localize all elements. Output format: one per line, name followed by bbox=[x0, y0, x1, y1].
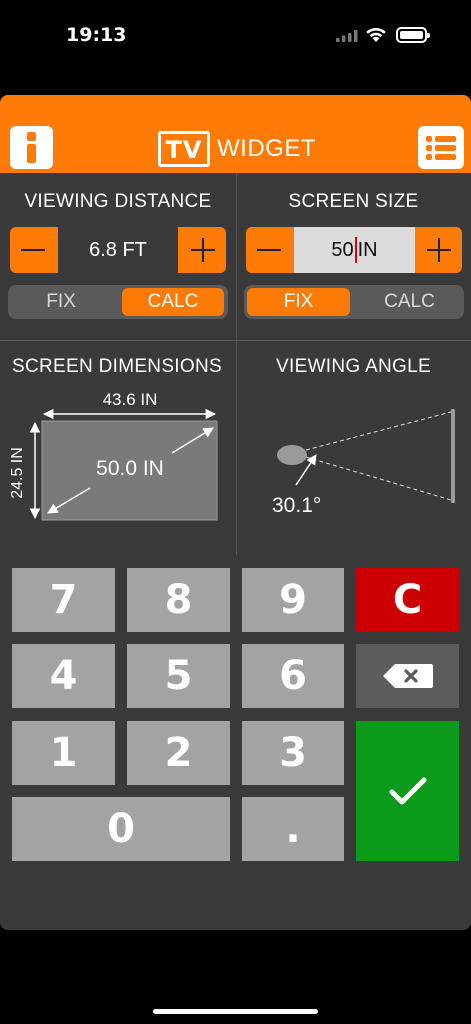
menu-button[interactable] bbox=[418, 126, 464, 169]
viewing-distance-mode-toggle: FIX CALC bbox=[8, 285, 228, 319]
screen-size-stepper: 50 IN bbox=[246, 227, 462, 273]
clear-button[interactable]: C bbox=[356, 568, 459, 632]
viewing-angle-value: 30.1° bbox=[272, 494, 322, 517]
battery-icon bbox=[396, 27, 430, 43]
key-8[interactable]: 8 bbox=[127, 568, 230, 632]
app-logo: TV WIDGET bbox=[158, 129, 316, 169]
screen-size-value: 50 bbox=[331, 238, 354, 261]
screen-size-title: SCREEN SIZE bbox=[288, 191, 419, 212]
key-2[interactable]: 2 bbox=[127, 721, 230, 785]
tv-logo-icon: TV bbox=[158, 131, 210, 167]
text-cursor bbox=[354, 237, 357, 263]
checkmark-icon bbox=[389, 777, 426, 805]
keypad: 7 8 9 C 4 5 6 1 2 3 0 . bbox=[0, 555, 471, 930]
screen-diagonal-label: 50.0 IN bbox=[96, 457, 164, 480]
key-1[interactable]: 1 bbox=[12, 721, 115, 785]
screen-dimensions-title: SCREEN DIMENSIONS bbox=[12, 356, 222, 377]
viewing-distance-plus-button[interactable] bbox=[180, 227, 226, 273]
app-panel: TV WIDGET VIEWING DISTANCE 6.8 FT FIX CA… bbox=[0, 95, 471, 930]
logo-word: WIDGET bbox=[217, 135, 316, 162]
home-indicator[interactable] bbox=[153, 1009, 318, 1014]
viewing-distance-value[interactable]: 6.8 FT bbox=[58, 227, 178, 273]
minus-icon bbox=[21, 249, 45, 251]
info-icon bbox=[27, 132, 36, 141]
backspace-icon bbox=[382, 664, 433, 688]
status-time: 19:13 bbox=[66, 24, 127, 46]
screen-size-fix-option[interactable]: FIX bbox=[247, 288, 350, 316]
wifi-icon bbox=[366, 27, 386, 42]
viewing-distance-title: VIEWING DISTANCE bbox=[24, 191, 212, 212]
screen-size-unit: IN bbox=[357, 238, 378, 261]
key-7[interactable]: 7 bbox=[12, 568, 115, 632]
screen-size-plus-button[interactable] bbox=[416, 227, 462, 273]
logo-tv-text: TV bbox=[165, 136, 203, 164]
key-decimal[interactable]: . bbox=[242, 797, 344, 861]
key-3[interactable]: 3 bbox=[242, 721, 344, 785]
key-9[interactable]: 9 bbox=[242, 568, 344, 632]
viewing-distance-minus-button[interactable] bbox=[10, 227, 56, 273]
key-6[interactable]: 6 bbox=[242, 644, 344, 708]
screen-height-label: 24.5 IN bbox=[9, 447, 26, 499]
middle-divider bbox=[0, 340, 471, 341]
viewer-head-icon bbox=[277, 445, 307, 465]
enter-button[interactable] bbox=[356, 721, 459, 861]
viewing-angle-title: VIEWING ANGLE bbox=[276, 356, 431, 377]
screen-size-calc-option[interactable]: CALC bbox=[358, 288, 461, 316]
backspace-button[interactable] bbox=[356, 644, 459, 708]
viewing-distance-fix-option[interactable]: FIX bbox=[11, 288, 111, 316]
screen-size-mode-toggle: FIX CALC bbox=[244, 285, 464, 319]
header-bar: TV WIDGET bbox=[0, 95, 471, 173]
screen-width-label: 43.6 IN bbox=[102, 390, 158, 409]
key-4[interactable]: 4 bbox=[12, 644, 115, 708]
key-5[interactable]: 5 bbox=[127, 644, 230, 708]
viewing-distance-calc-option[interactable]: CALC bbox=[122, 288, 224, 316]
key-0[interactable]: 0 bbox=[12, 797, 230, 861]
screen-size-input[interactable]: 50 IN bbox=[294, 227, 415, 273]
info-button[interactable] bbox=[10, 126, 53, 169]
viewing-distance-stepper: 6.8 FT bbox=[10, 227, 226, 273]
cellular-signal-icon bbox=[336, 30, 358, 42]
minus-icon bbox=[257, 249, 281, 251]
screen-size-minus-button[interactable] bbox=[246, 227, 292, 273]
